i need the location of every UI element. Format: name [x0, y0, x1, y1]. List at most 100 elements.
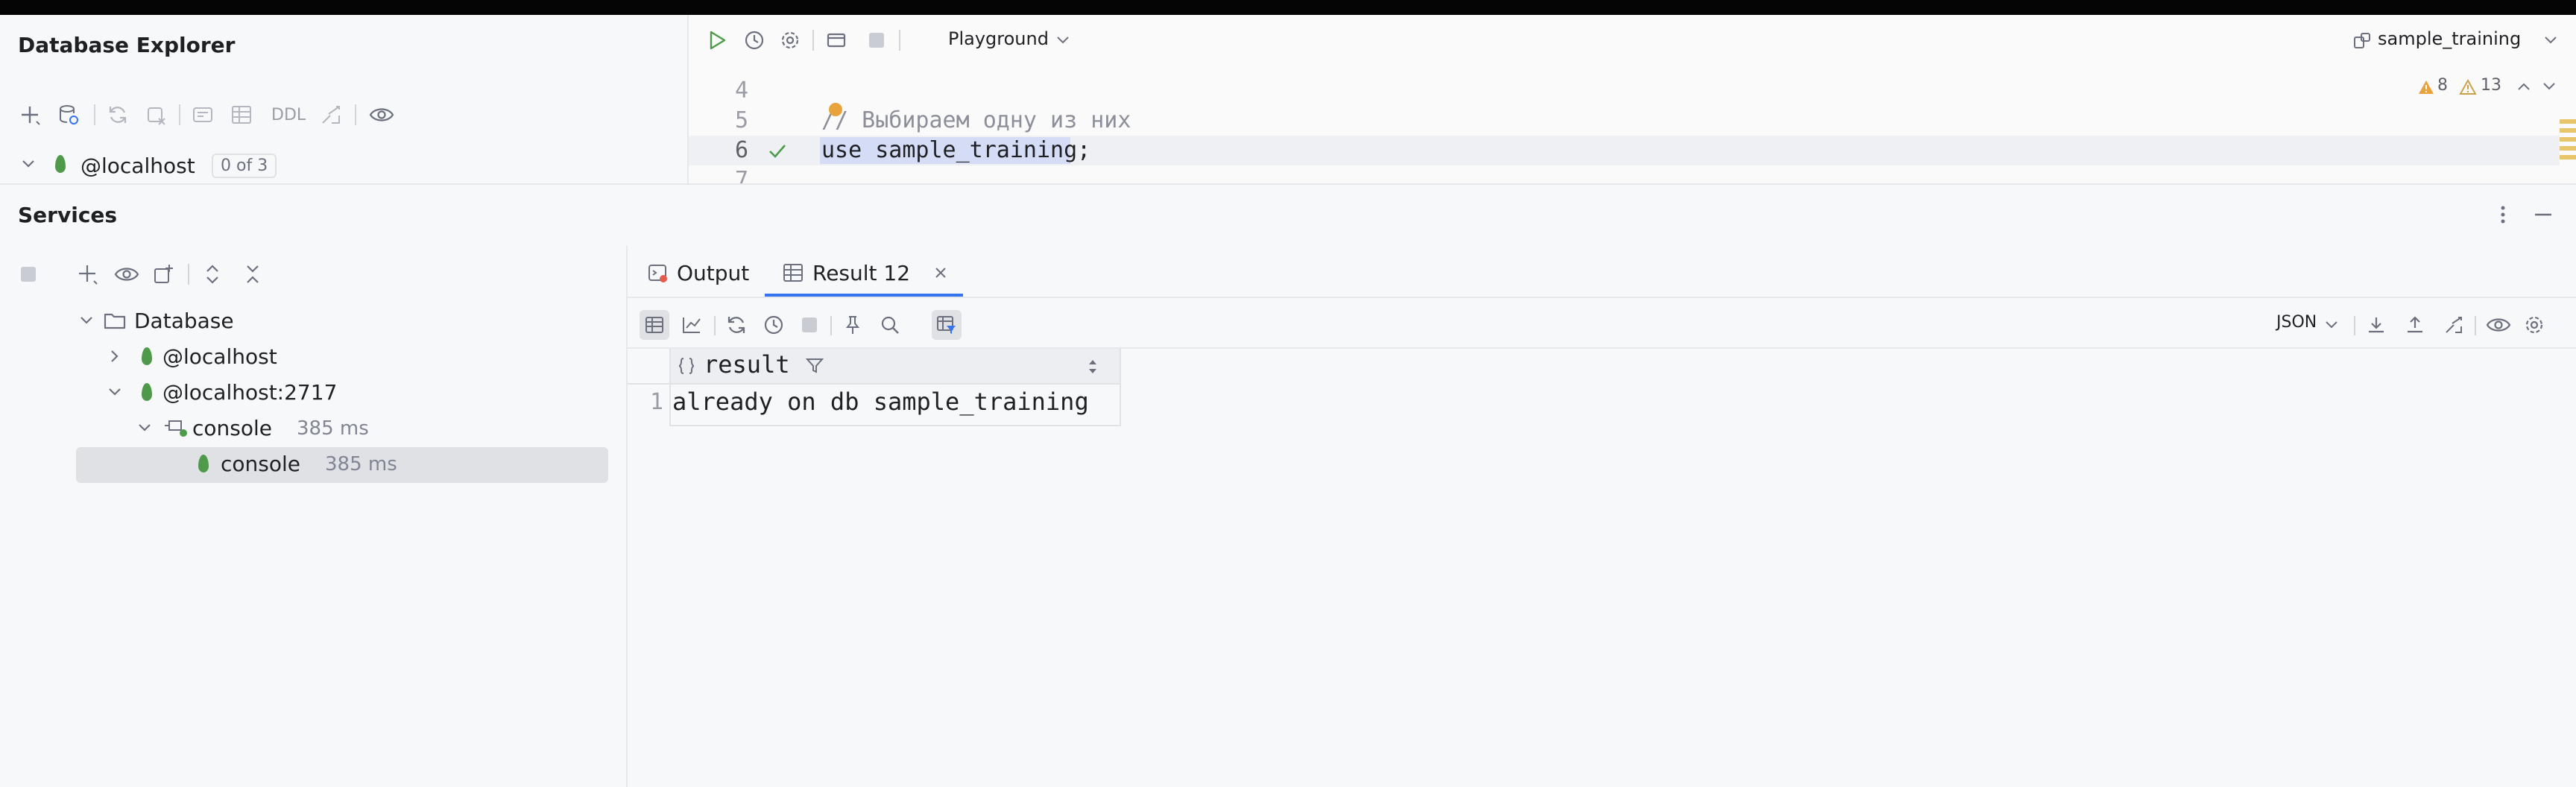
- code-comment[interactable]: // Выбираем одну из них: [821, 107, 1131, 133]
- stop-icon[interactable]: [798, 313, 821, 337]
- row-bottom-divider: [671, 425, 1121, 426]
- mongodb-leaf-icon: [142, 347, 152, 365]
- minimize-icon[interactable]: [2531, 203, 2555, 227]
- row-number: 1: [649, 389, 663, 415]
- run-config-dropdown[interactable]: Playground: [948, 28, 1049, 49]
- search-icon[interactable]: [878, 313, 902, 337]
- chevron-down-icon[interactable]: [1054, 31, 1072, 49]
- toolbar-separator: [179, 104, 180, 125]
- tree-item-database[interactable]: Database: [134, 309, 234, 333]
- stop-icon[interactable]: [863, 27, 890, 54]
- warnings-count[interactable]: 8: [2437, 76, 2448, 95]
- eye-icon[interactable]: [112, 261, 142, 288]
- toolbar-separator: [2354, 316, 2355, 335]
- upload-icon[interactable]: [2403, 313, 2427, 337]
- checkmark-icon: [766, 140, 789, 162]
- services-header: Services: [0, 183, 2576, 249]
- tree-item-localhost-2717[interactable]: @localhost:2717: [162, 380, 337, 405]
- mongodb-leaf-icon: [142, 383, 152, 401]
- table-view-icon[interactable]: [643, 313, 666, 337]
- chevron-down-icon[interactable]: [18, 154, 39, 174]
- console-leaf-time: 385 ms: [325, 453, 397, 475]
- chevron-down-icon[interactable]: [2540, 78, 2558, 95]
- braces-icon: [675, 355, 698, 377]
- database-explorer-panel: Database Explorer DDL @localhost 0 of 3: [0, 15, 689, 183]
- filter-table-icon[interactable]: [935, 313, 959, 337]
- gear-icon[interactable]: [777, 27, 804, 54]
- more-options-icon[interactable]: [2494, 203, 2512, 227]
- jump-to-source-icon[interactable]: [2442, 313, 2466, 337]
- results-panel: Output Result 12 JSON result 1 already o…: [628, 246, 2576, 787]
- tree-item-console-group[interactable]: console: [192, 416, 272, 440]
- filter-icon[interactable]: [804, 355, 826, 377]
- add-icon[interactable]: [16, 101, 43, 128]
- chevron-down-icon[interactable]: [76, 310, 97, 331]
- line-number: 5: [734, 107, 748, 133]
- add-service-icon[interactable]: [75, 261, 101, 288]
- toolbar-separator: [830, 316, 832, 335]
- expand-all-icon[interactable]: [200, 261, 225, 288]
- refresh-icon[interactable]: [104, 101, 131, 128]
- host-count-badge: 0 of 3: [212, 154, 277, 178]
- datasource-selector[interactable]: sample_training: [2378, 28, 2521, 49]
- format-selector[interactable]: JSON: [2276, 313, 2317, 332]
- run-icon[interactable]: [704, 27, 730, 54]
- line-number: 7: [734, 167, 748, 183]
- download-icon[interactable]: [2364, 313, 2388, 337]
- chart-icon[interactable]: [680, 313, 704, 337]
- eye-icon[interactable]: [367, 101, 397, 128]
- column-right-divider: [1120, 349, 1121, 426]
- data-source-properties-icon[interactable]: [55, 101, 82, 128]
- tab-result-12[interactable]: Result 12: [812, 261, 910, 285]
- lightbulb-icon[interactable]: [829, 103, 842, 116]
- chevron-down-icon[interactable]: [2323, 316, 2340, 334]
- console-icon[interactable]: [189, 101, 216, 128]
- tree-item-console-leaf[interactable]: console: [221, 452, 300, 476]
- database-explorer-title: Database Explorer: [18, 33, 236, 57]
- warning-icon[interactable]: [2416, 78, 2436, 97]
- jump-to-source-icon[interactable]: [318, 101, 344, 128]
- chevron-down-icon[interactable]: [2542, 31, 2560, 49]
- chevron-up-icon[interactable]: [2515, 78, 2533, 95]
- services-title: Services: [18, 203, 118, 227]
- code-line-use[interactable]: use sample_training;: [821, 137, 1090, 163]
- tab-divider: [628, 297, 2576, 298]
- line-number: 6: [734, 137, 748, 163]
- collapse-all-icon[interactable]: [240, 261, 265, 288]
- sort-icon[interactable]: [1084, 356, 1102, 377]
- history-icon[interactable]: [741, 27, 768, 54]
- new-tab-icon[interactable]: [151, 261, 177, 288]
- partial-line-top: [821, 63, 2521, 78]
- ddl-button[interactable]: DDL: [271, 106, 306, 124]
- close-icon[interactable]: [930, 262, 951, 283]
- eye-icon[interactable]: [2484, 313, 2513, 337]
- tree-host-label[interactable]: @localhost: [80, 154, 195, 178]
- folder-icon: [103, 310, 127, 331]
- editor-panel: Playground sample_training 4 5 // Выбира…: [689, 15, 2576, 183]
- chevron-right-icon[interactable]: [104, 346, 125, 367]
- toolbar-separator: [899, 30, 900, 51]
- chevron-down-icon[interactable]: [134, 417, 155, 438]
- tree-item-localhost[interactable]: @localhost: [162, 344, 277, 369]
- weak-warning-icon[interactable]: [2458, 78, 2478, 97]
- toolbar-separator: [2475, 316, 2476, 335]
- weak-warnings-count[interactable]: 13: [2481, 76, 2501, 95]
- stop-icon[interactable]: [16, 262, 40, 286]
- error-stripe[interactable]: [2560, 112, 2576, 183]
- output-icon: [645, 261, 669, 285]
- pin-icon[interactable]: [841, 313, 865, 337]
- header-bottom-divider: [628, 383, 1121, 385]
- chevron-down-icon[interactable]: [104, 382, 125, 402]
- result-cell[interactable]: already on db sample_training: [672, 388, 1089, 416]
- history-icon[interactable]: [762, 313, 786, 337]
- refresh-icon[interactable]: [724, 313, 748, 337]
- console-session-icon: [162, 416, 191, 440]
- layout-icon[interactable]: [823, 27, 850, 54]
- disconnect-icon[interactable]: [143, 101, 170, 128]
- table-icon[interactable]: [228, 101, 255, 128]
- line-number: 4: [734, 78, 748, 104]
- column-result-header[interactable]: result: [704, 350, 790, 379]
- toolbar-separator: [355, 104, 356, 125]
- gear-icon[interactable]: [2522, 313, 2546, 337]
- tab-output[interactable]: Output: [677, 261, 749, 285]
